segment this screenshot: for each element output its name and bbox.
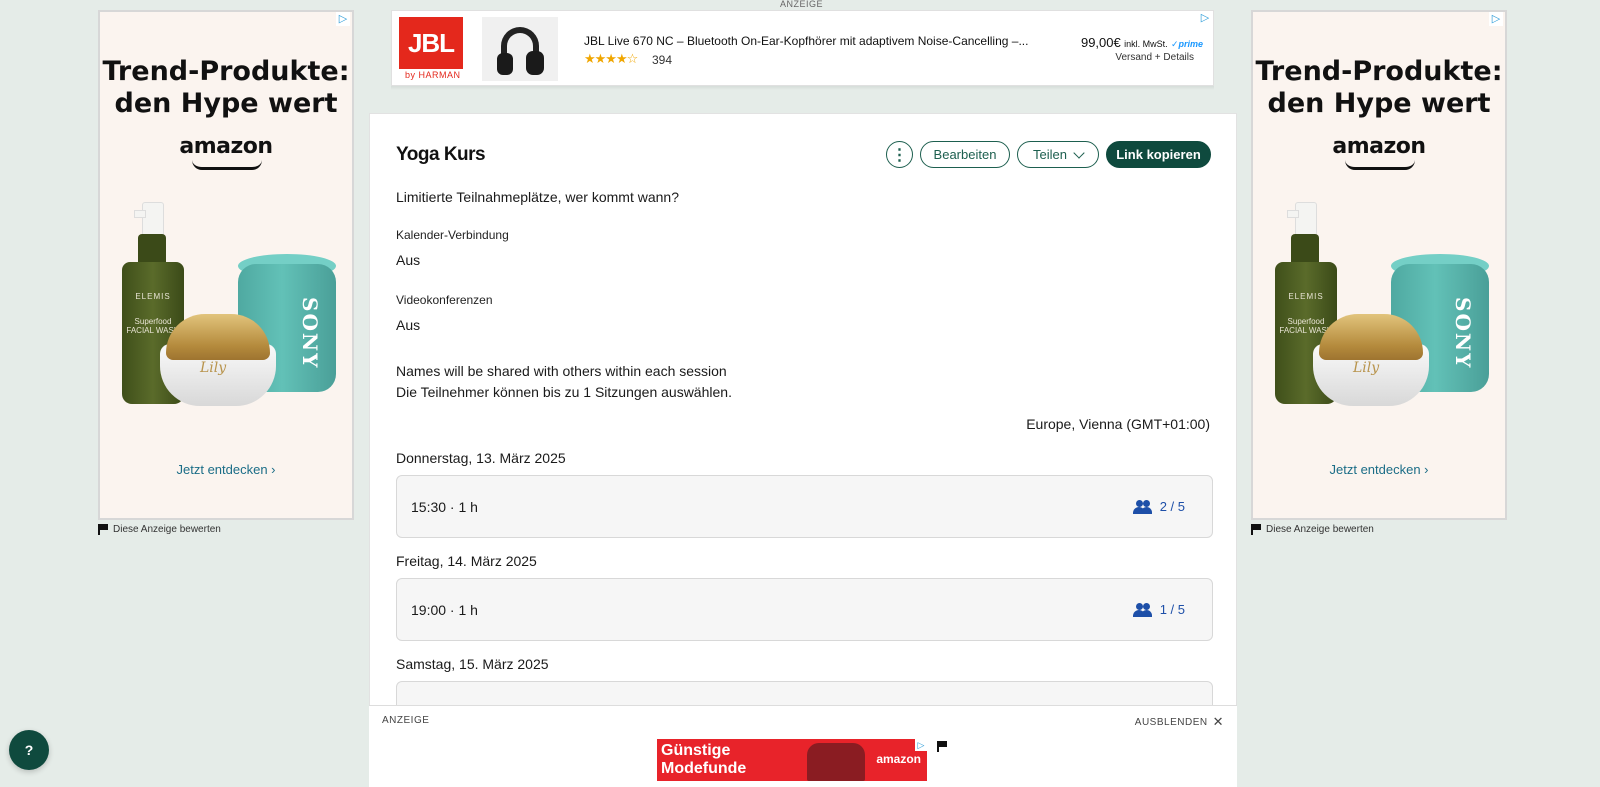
ad-choices-icon[interactable]: ▷: [336, 12, 350, 26]
tax-note: inkl. MwSt.: [1124, 39, 1168, 49]
rating-stars: ★★★★☆: [584, 51, 638, 66]
poll-card: Yoga Kurs ⋮ Bearbeiten Teilen Link kopie…: [369, 113, 1237, 787]
copy-link-button[interactable]: Link kopieren: [1106, 141, 1211, 168]
speaker-brand: SONY: [298, 297, 322, 370]
speaker-brand: SONY: [1451, 297, 1475, 370]
ad-cta-link[interactable]: Jetzt entdecken ›: [100, 462, 352, 477]
ad-choices-icon[interactable]: ▷: [1198, 11, 1212, 25]
close-icon: ✕: [1212, 714, 1224, 729]
page-title: Yoga Kurs: [396, 144, 486, 165]
edit-button[interactable]: Bearbeiten: [920, 141, 1010, 168]
ad-cta-link[interactable]: Jetzt entdecken ›: [1253, 462, 1505, 477]
slot-time: 15:30 · 1 h: [411, 499, 478, 515]
chevron-down-icon: [1073, 146, 1085, 159]
people-icon: [1132, 602, 1152, 617]
timezone[interactable]: Europe, Vienna (GMT+01:00): [1026, 416, 1210, 432]
left-ad-banner[interactable]: ▷ Trend-Produkte: den Hype wert amazon E…: [98, 10, 354, 520]
share-button[interactable]: Teilen: [1017, 141, 1099, 168]
amazon-logo: amazon: [179, 134, 273, 159]
bottom-ad-banner[interactable]: Günstige Modefunde amazon ▷: [657, 739, 927, 781]
jar-brand: Lily: [200, 360, 227, 376]
flag-icon: [98, 524, 108, 535]
calendar-value: Aus: [396, 252, 421, 268]
top-ad-banner[interactable]: ▷ JBL by HARMAN JBL Live 670 NC – Blueto…: [391, 10, 1214, 86]
hide-ad-button[interactable]: AUSBLENDEN ✕: [1135, 714, 1224, 730]
ad-choices-icon[interactable]: ▷: [915, 739, 927, 751]
rate-ad-link[interactable]: Diese Anzeige bewerten: [98, 524, 221, 535]
ad-headline: Trend-Produkte: den Hype wert: [1255, 56, 1503, 119]
people-icon: [1132, 499, 1152, 514]
slot-time: 19:00 · 1 h: [411, 602, 478, 618]
price: 99,00€: [1080, 35, 1121, 50]
headphone-image: [482, 17, 558, 81]
bottom-ad-bar: ANZEIGE AUSBLENDEN ✕ Günstige Modefunde …: [369, 705, 1237, 787]
rate-ad-link[interactable]: Diese Anzeige bewerten: [1251, 524, 1374, 535]
amazon-smile-icon: [1345, 160, 1415, 170]
bottle-brand: ELEMIS: [135, 292, 171, 301]
right-ad-banner[interactable]: ▷ Trend-Produkte: den Hype wert amazon E…: [1251, 10, 1507, 520]
shipping-link[interactable]: Versand + Details: [1115, 52, 1194, 63]
ad-choices-icon[interactable]: ▷: [1489, 12, 1503, 26]
poll-notes: Names will be shared with others within …: [396, 363, 732, 400]
ad-text: Günstige Modefunde: [661, 742, 747, 777]
slot-participants: 1 / 5: [1132, 602, 1185, 617]
review-count: 394: [652, 53, 673, 67]
amazon-smile-icon: [192, 160, 262, 170]
amazon-logo: amazon: [876, 752, 921, 766]
bottle-pump: [142, 202, 164, 236]
product-title[interactable]: JBL Live 670 NC – Bluetooth On-Ear-Kopfh…: [584, 34, 1034, 48]
hoodie-image: [807, 743, 865, 781]
help-button[interactable]: ?: [9, 730, 49, 770]
ad-label: ANZEIGE: [780, 0, 824, 9]
poll-description: Limitierte Teilnahmeplätze, wer kommt wa…: [396, 189, 679, 205]
day-heading: Donnerstag, 13. März 2025: [396, 450, 566, 466]
time-slot[interactable]: 19:00 · 1 h 1 / 5: [396, 578, 1213, 641]
video-label: Videokonferenzen: [396, 293, 493, 307]
bottle-pump: [1295, 202, 1317, 236]
slot-participants: 2 / 5: [1132, 499, 1185, 514]
ad-headline: Trend-Produkte: den Hype wert: [102, 56, 350, 119]
flag-icon: [1251, 524, 1261, 535]
price-block: 99,00€ inkl. MwSt. ✓prime: [1081, 35, 1203, 50]
day-heading: Freitag, 14. März 2025: [396, 553, 537, 569]
jbl-logo: JBL by HARMAN: [399, 17, 463, 81]
jar-brand: Lily: [1353, 360, 1380, 376]
prime-badge: ✓prime: [1170, 39, 1203, 49]
bottle-brand: ELEMIS: [1288, 292, 1324, 301]
video-value: Aus: [396, 317, 421, 333]
time-slot[interactable]: 15:30 · 1 h 2 / 5: [396, 475, 1213, 538]
flag-icon[interactable]: [937, 741, 947, 752]
amazon-logo: amazon: [1332, 134, 1426, 159]
day-heading: Samstag, 15. März 2025: [396, 656, 549, 672]
more-options-button[interactable]: ⋮: [886, 141, 913, 168]
calendar-label: Kalender-Verbindung: [396, 228, 509, 242]
ad-label: ANZEIGE: [382, 715, 430, 726]
